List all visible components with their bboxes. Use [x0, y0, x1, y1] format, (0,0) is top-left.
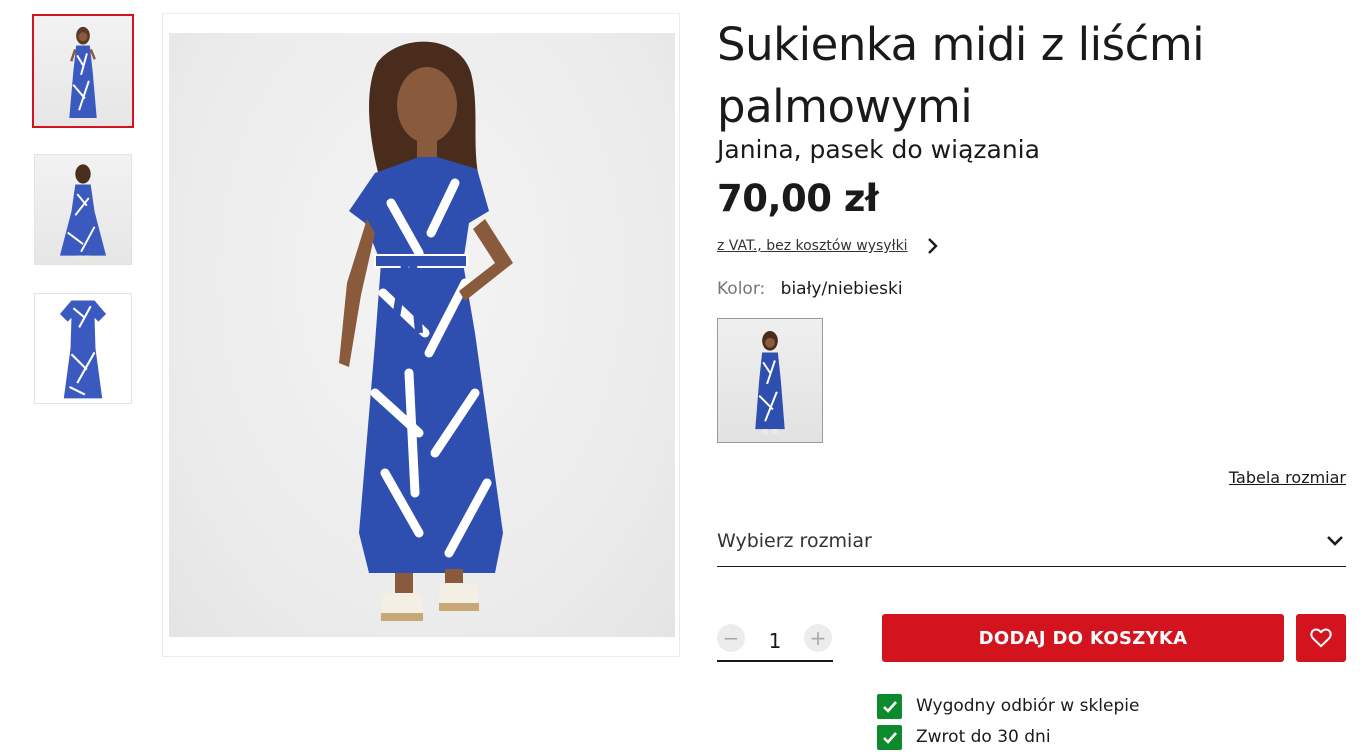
benefit-item: Zwrot do 30 dni — [877, 724, 1139, 750]
check-icon — [877, 724, 902, 750]
product-price: 70,00 zł — [717, 177, 879, 220]
product-subtitle: Janina, pasek do wiązania — [717, 135, 1040, 164]
main-image-frame — [162, 13, 680, 657]
dress-swatch-image — [755, 330, 785, 434]
benefit-text: Zwrot do 30 dni — [916, 727, 1051, 747]
chevron-down-icon — [1327, 536, 1343, 546]
dress-model-image — [69, 26, 97, 122]
quantity-increase-button[interactable]: + — [804, 624, 832, 652]
check-icon — [877, 693, 902, 719]
color-value: biały/niebieski — [780, 279, 903, 299]
dress-back-image — [59, 164, 107, 260]
benefits-list: Wygodny odbiór w sklepie Zwrot do 30 dni — [877, 693, 1139, 755]
thumbnail-back[interactable] — [34, 154, 132, 265]
benefit-text: Wygodny odbiór w sklepie — [916, 696, 1140, 716]
add-to-cart-button[interactable]: DODAJ DO KOSZYKA — [882, 614, 1284, 662]
color-row: Kolor: biały/niebieski — [717, 278, 903, 300]
quantity-decrease-button[interactable]: − — [717, 624, 745, 652]
quantity-value[interactable]: 1 — [757, 628, 793, 654]
main-product-image[interactable] — [169, 33, 675, 637]
heart-icon — [1310, 628, 1332, 648]
thumbnail-flat[interactable] — [34, 293, 132, 404]
color-swatch[interactable] — [717, 318, 823, 443]
wishlist-button[interactable] — [1296, 614, 1346, 662]
quantity-stepper: − 1 + — [717, 620, 833, 662]
color-label: Kolor: — [717, 279, 766, 299]
product-title: Sukienka midi z liśćmi palmowymi — [717, 18, 1205, 133]
vat-shipping-link[interactable]: z VAT., bez kosztów wysyłki — [717, 236, 938, 256]
size-select-label: Wybierz rozmiar — [717, 530, 872, 552]
dress-flat-image — [59, 300, 107, 399]
benefit-item: Wygodny odbiór w sklepie — [877, 693, 1139, 719]
thumbnail-front[interactable] — [32, 14, 134, 128]
vat-shipping-text: z VAT., bez kosztów wysyłki — [717, 238, 908, 254]
chevron-right-icon — [927, 238, 938, 254]
size-table-link[interactable]: Tabela rozmiar — [1229, 468, 1346, 488]
dress-model-image — [339, 41, 513, 621]
size-select[interactable]: Wybierz rozmiar — [717, 516, 1346, 567]
